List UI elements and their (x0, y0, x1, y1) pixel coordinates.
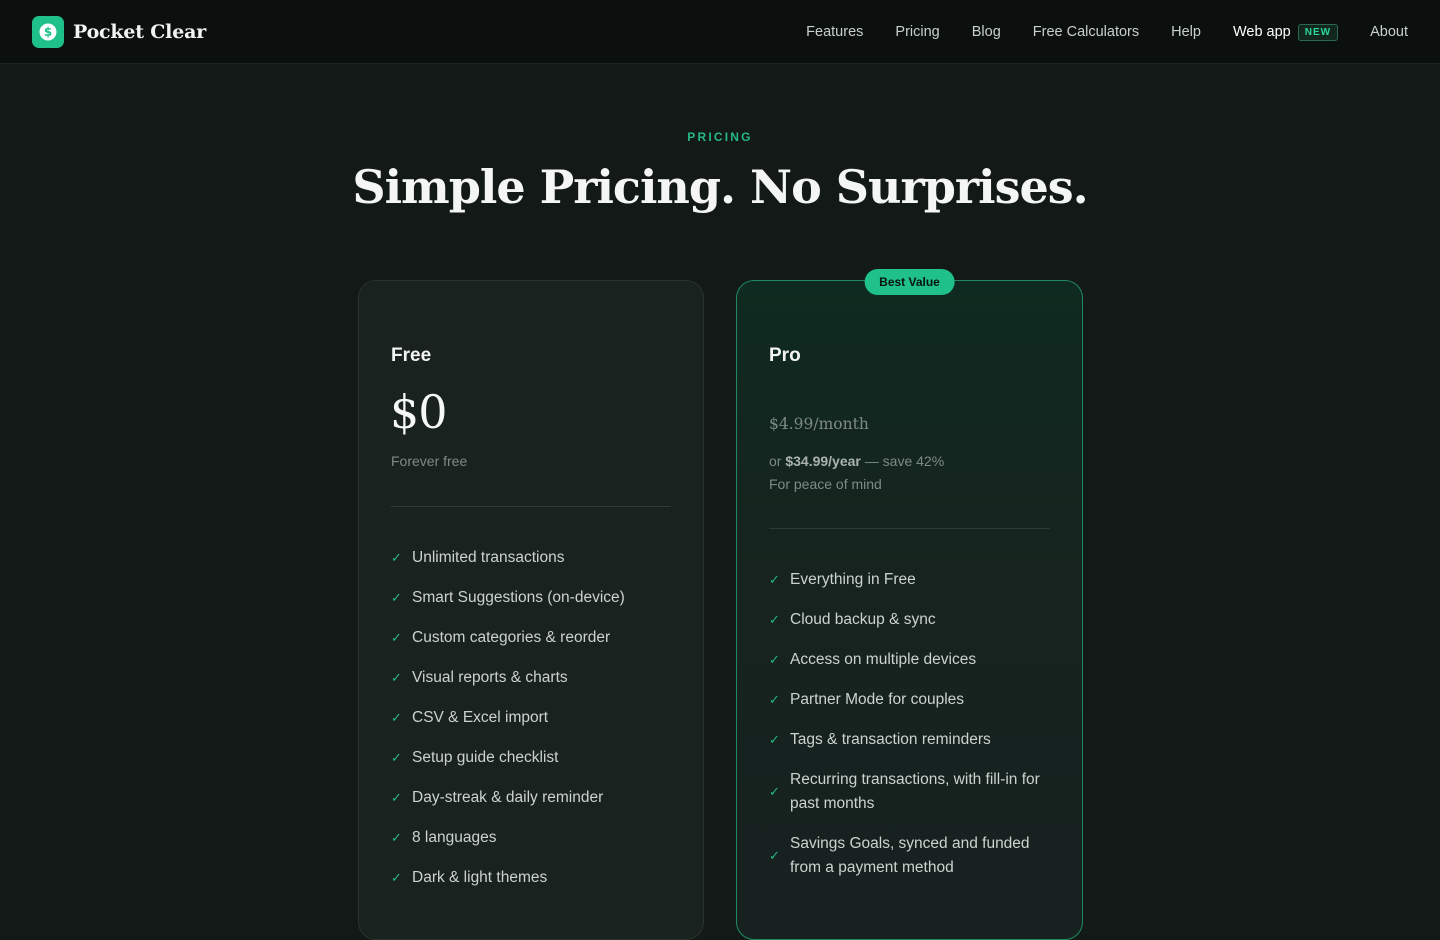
feature-text: 8 languages (412, 829, 497, 846)
page-title: Simple Pricing. No Surprises. (352, 160, 1088, 214)
feature-item: ✓ Recurring transactions, with fill-in fo… (769, 768, 1054, 816)
plan-price: $0 (390, 385, 448, 439)
feature-item: ✓ Smart Suggestions (on-device) (391, 586, 676, 610)
check-icon: ✓ (769, 732, 780, 747)
feature-text: Setup guide checklist (412, 749, 559, 766)
check-icon: ✓ (391, 830, 402, 845)
check-icon: ✓ (391, 670, 402, 685)
check-icon: ✓ (391, 790, 402, 805)
check-icon: ✓ (391, 870, 402, 885)
check-icon: ✓ (769, 572, 780, 587)
feature-item: ✓ Setup guide checklist (391, 746, 676, 770)
yearly-prefix: or (769, 453, 786, 469)
feature-item: ✓ Access on multiple devices (769, 648, 1054, 672)
yearly-price: $34.99/year (785, 453, 861, 469)
check-icon: ✓ (391, 630, 402, 645)
feature-item: ✓ Visual reports & charts (391, 666, 676, 690)
feature-text: Tags & transaction reminders (790, 731, 991, 748)
yearly-price-line: or $34.99/year — save 42% (769, 453, 944, 469)
plan-subtitle: Forever free (391, 453, 468, 469)
plan-name: Free (391, 345, 432, 366)
check-icon: ✓ (769, 848, 780, 863)
plan-name: Pro (769, 345, 801, 366)
check-icon: ✓ (769, 692, 780, 707)
new-badge: NEW (1297, 23, 1339, 41)
feature-item: ✓ Custom categories & reorder (391, 626, 676, 650)
divider (769, 528, 1050, 529)
brand-name: Pocket Clear (73, 21, 207, 43)
feature-item: ✓ Unlimited transactions (391, 546, 676, 570)
check-icon: ✓ (391, 550, 402, 565)
plan-price: $4.99/month (769, 415, 869, 433)
free-plan-card: Free $0 Forever free ✓ Unlimited transact… (358, 280, 704, 940)
pro-plan-card: Best Value Pro $4.99/month or $34.99/yea… (736, 269, 1083, 940)
feature-item: ✓ Day-streak & daily reminder (391, 786, 676, 810)
feature-text: Partner Mode for couples (790, 691, 965, 708)
nav-link-pricing[interactable]: Pricing (895, 24, 939, 40)
feature-item: ✓ Savings Goals, synced and funded from a… (769, 832, 1054, 880)
feature-item: ✓ Cloud backup & sync (769, 608, 1054, 632)
feature-item: ✓ Partner Mode for couples (769, 688, 1054, 712)
divider (391, 506, 671, 507)
nav-link-web-app[interactable]: Web app NEW (1232, 23, 1339, 41)
feature-text: Visual reports & charts (412, 669, 568, 686)
nav-link-web-app-label: Web app (1232, 24, 1291, 40)
feature-text: Recurring transactions, with fill-in for… (790, 771, 1040, 812)
check-icon: ✓ (391, 710, 402, 725)
svg-text:$: $ (44, 25, 52, 39)
feature-item: ✓ Tags & transaction reminders (769, 728, 1054, 752)
feature-text: Unlimited transactions (412, 549, 565, 566)
top-navigation-bar: $ Pocket Clear Features Pricing Blog Fre… (0, 0, 1440, 64)
feature-item: ✓ Everything in Free (769, 568, 1054, 592)
nav-link-free-calculators[interactable]: Free Calculators (1033, 24, 1139, 40)
check-icon: ✓ (769, 784, 780, 799)
feature-item: ✓ 8 languages (391, 826, 676, 850)
check-icon: ✓ (391, 590, 402, 605)
brand-logo[interactable]: $ Pocket Clear (32, 16, 206, 48)
feature-text: Custom categories & reorder (412, 629, 611, 646)
plan-tagline: For peace of mind (769, 476, 882, 492)
check-icon: ✓ (769, 612, 780, 627)
dollar-coin-icon: $ (32, 16, 64, 48)
nav-link-blog[interactable]: Blog (972, 24, 1001, 40)
feature-text: CSV & Excel import (412, 709, 549, 726)
feature-text: Day-streak & daily reminder (412, 789, 604, 806)
feature-item: ✓ Dark & light themes (391, 866, 676, 890)
feature-item: ✓ CSV & Excel import (391, 706, 676, 730)
main-nav: Features Pricing Blog Free Calculators H… (774, 0, 1408, 64)
nav-link-about[interactable]: About (1370, 24, 1408, 40)
check-icon: ✓ (769, 652, 780, 667)
feature-text: Smart Suggestions (on-device) (412, 589, 625, 606)
feature-list: ✓ Unlimited transactions ✓ Smart Suggestion… (391, 546, 676, 906)
yearly-savings: — save 42% (860, 453, 945, 469)
feature-text: Savings Goals, synced and funded from a … (790, 835, 1030, 876)
best-value-badge: Best Value (864, 269, 955, 295)
nav-link-help[interactable]: Help (1171, 24, 1201, 40)
feature-text: Access on multiple devices (790, 651, 977, 668)
feature-text: Dark & light themes (412, 869, 548, 886)
nav-link-features[interactable]: Features (806, 24, 863, 40)
feature-text: Everything in Free (790, 571, 916, 588)
feature-list: ✓ Everything in Free ✓ Cloud backup & sync ✓… (769, 568, 1054, 896)
section-eyebrow: PRICING (687, 130, 753, 144)
check-icon: ✓ (391, 750, 402, 765)
feature-text: Cloud backup & sync (790, 611, 936, 628)
